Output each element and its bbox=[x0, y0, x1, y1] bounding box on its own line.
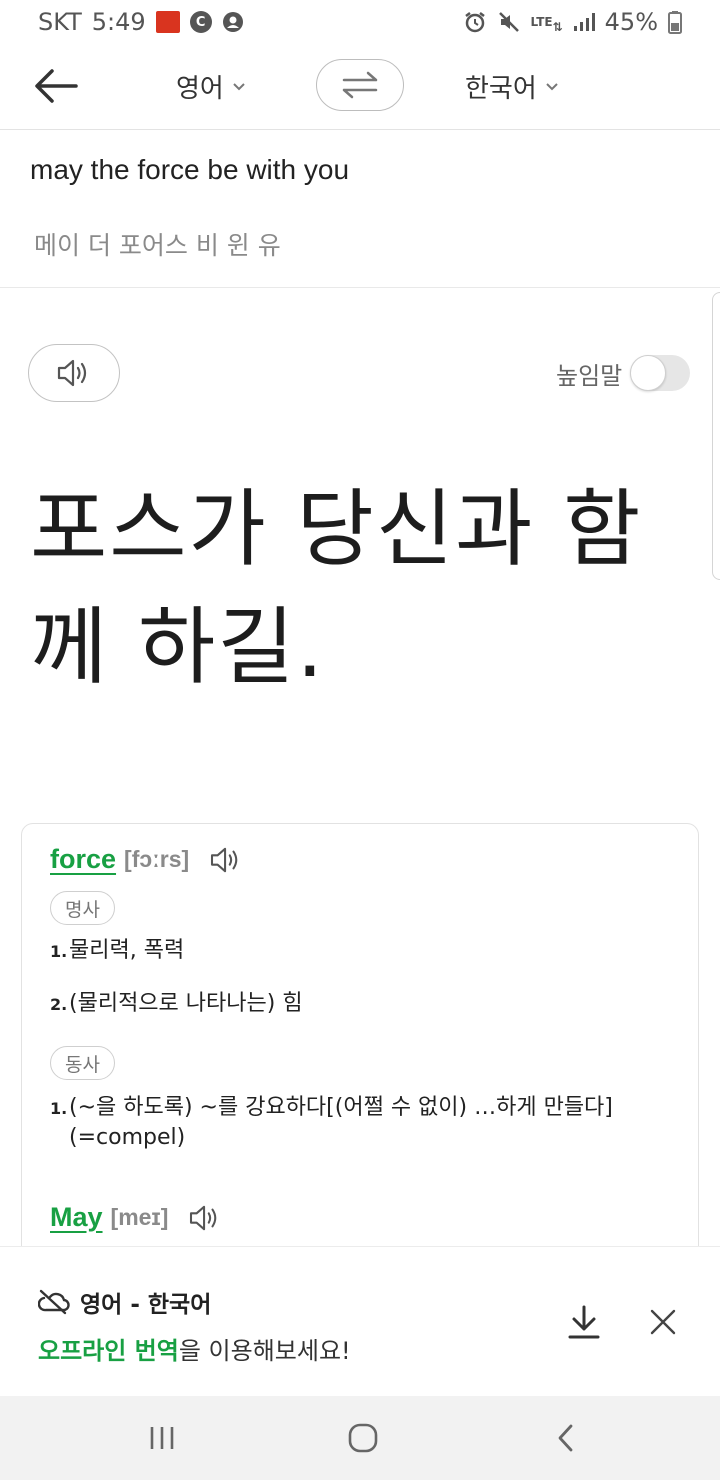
source-input-area[interactable]: may the force be with you 메이 더 포어스 비 윈 유 bbox=[0, 130, 720, 288]
top-bar: 영어 한국어 bbox=[0, 44, 720, 130]
alarm-icon bbox=[463, 10, 487, 34]
word-speaker-button[interactable] bbox=[209, 846, 243, 874]
speaker-icon bbox=[57, 359, 87, 387]
honorific-toggle: 높임말 bbox=[556, 355, 691, 391]
home-icon bbox=[348, 1423, 378, 1453]
mute-icon bbox=[497, 10, 521, 34]
recent-apps-button[interactable] bbox=[142, 1422, 182, 1454]
offline-banner-title: 영어 - 한국어 bbox=[38, 1285, 211, 1319]
lte-indicator: LTE ⇅ bbox=[530, 14, 563, 34]
battery-icon bbox=[668, 10, 682, 34]
home-button[interactable] bbox=[343, 1422, 383, 1454]
back-nav-icon bbox=[558, 1424, 573, 1452]
back-button[interactable] bbox=[30, 64, 82, 108]
dictionary-phonetic: [meɪ] bbox=[110, 1204, 169, 1230]
definition-number: 2. bbox=[50, 995, 68, 1014]
swap-icon bbox=[342, 71, 378, 99]
recent-apps-icon bbox=[150, 1427, 174, 1449]
status-left: SKT 5:49 C bbox=[38, 8, 244, 36]
status-right: LTE ⇅ 45% bbox=[463, 8, 682, 36]
dictionary-phonetic: [fɔːrs] bbox=[124, 846, 190, 872]
speaker-icon bbox=[190, 1205, 217, 1230]
dictionary-card: force [fɔːrs] 명사 1. 물리력, 폭력 2. (물리적으로 나타… bbox=[21, 823, 699, 1283]
definition-item: 2. (물리적으로 나타나는) 힘 bbox=[50, 989, 649, 1020]
system-navigation-bar bbox=[0, 1396, 720, 1480]
download-button[interactable] bbox=[564, 1303, 604, 1343]
time-label: 5:49 bbox=[91, 8, 146, 36]
download-icon bbox=[568, 1305, 600, 1339]
app-notification-icon bbox=[155, 11, 180, 33]
back-arrow-icon bbox=[35, 69, 78, 103]
network-type-label: LTE bbox=[530, 14, 553, 29]
speaker-icon bbox=[211, 847, 238, 872]
definition-text: (~을 하도록) ~를 강요하다[(어쩔 수 없이) …하게 만들다] (=co… bbox=[69, 1095, 613, 1150]
translation-result: 포스가 당신과 함께 하길. bbox=[30, 480, 643, 696]
side-panel-handle[interactable] bbox=[712, 292, 720, 580]
offline-banner-message: 오프라인 번역을 이용해보세요! bbox=[38, 1331, 351, 1366]
source-language-select[interactable]: 영어 bbox=[176, 68, 246, 105]
part-of-speech-badge: 명사 bbox=[50, 891, 115, 925]
dictionary-word-link[interactable]: May bbox=[50, 1202, 103, 1233]
offline-language-pair: 영어 - 한국어 bbox=[80, 1292, 212, 1318]
battery-label: 45% bbox=[604, 8, 658, 36]
definition-item: 1. (~을 하도록) ~를 강요하다[(어쩔 수 없이) …하게 만들다] (… bbox=[50, 1093, 649, 1153]
source-text[interactable]: may the force be with you bbox=[30, 154, 349, 186]
cloud-off-icon bbox=[38, 1289, 70, 1315]
dictionary-entry-head: force [fɔːrs] bbox=[50, 844, 243, 875]
back-nav-button[interactable] bbox=[546, 1422, 586, 1454]
signal-icon bbox=[573, 12, 595, 32]
target-language-select[interactable]: 한국어 bbox=[465, 68, 559, 105]
definition-item: 1. 물리력, 폭력 bbox=[50, 936, 649, 967]
close-banner-button[interactable] bbox=[646, 1305, 680, 1339]
word-speaker-button[interactable] bbox=[188, 1204, 222, 1232]
c-notification-icon: C bbox=[189, 11, 212, 33]
honorific-switch[interactable] bbox=[630, 355, 691, 391]
offline-message-text: 을 이용해보세요! bbox=[178, 1337, 351, 1365]
close-icon bbox=[650, 1309, 676, 1335]
chevron-down-icon bbox=[546, 82, 558, 90]
toggle-knob bbox=[630, 355, 667, 391]
carrier-label: SKT bbox=[38, 8, 82, 36]
dictionary-word-link[interactable]: force bbox=[50, 844, 116, 875]
dictionary-entry-head: May [meɪ] bbox=[50, 1202, 222, 1233]
part-of-speech-badge: 동사 bbox=[50, 1046, 115, 1080]
offline-translation-banner: 영어 - 한국어 오프라인 번역을 이용해보세요! bbox=[0, 1246, 720, 1396]
offline-highlight-text[interactable]: 오프라인 번역 bbox=[38, 1337, 179, 1365]
definition-number: 1. bbox=[50, 1099, 68, 1118]
swap-languages-button[interactable] bbox=[316, 59, 404, 111]
account-notification-icon bbox=[222, 11, 244, 33]
target-language-label: 한국어 bbox=[465, 74, 537, 104]
status-bar: SKT 5:49 C LTE ⇅ 45% bbox=[0, 0, 720, 44]
definition-text: (물리적으로 나타나는) 힘 bbox=[69, 991, 303, 1016]
source-pronunciation: 메이 더 포어스 비 윈 유 bbox=[34, 231, 281, 260]
source-language-label: 영어 bbox=[176, 74, 224, 104]
translation-speaker-button[interactable] bbox=[28, 344, 120, 402]
definition-number: 1. bbox=[50, 942, 68, 961]
chevron-down-icon bbox=[233, 82, 245, 90]
definition-text: 물리력, 폭력 bbox=[69, 938, 185, 963]
honorific-label: 높임말 bbox=[556, 361, 623, 390]
